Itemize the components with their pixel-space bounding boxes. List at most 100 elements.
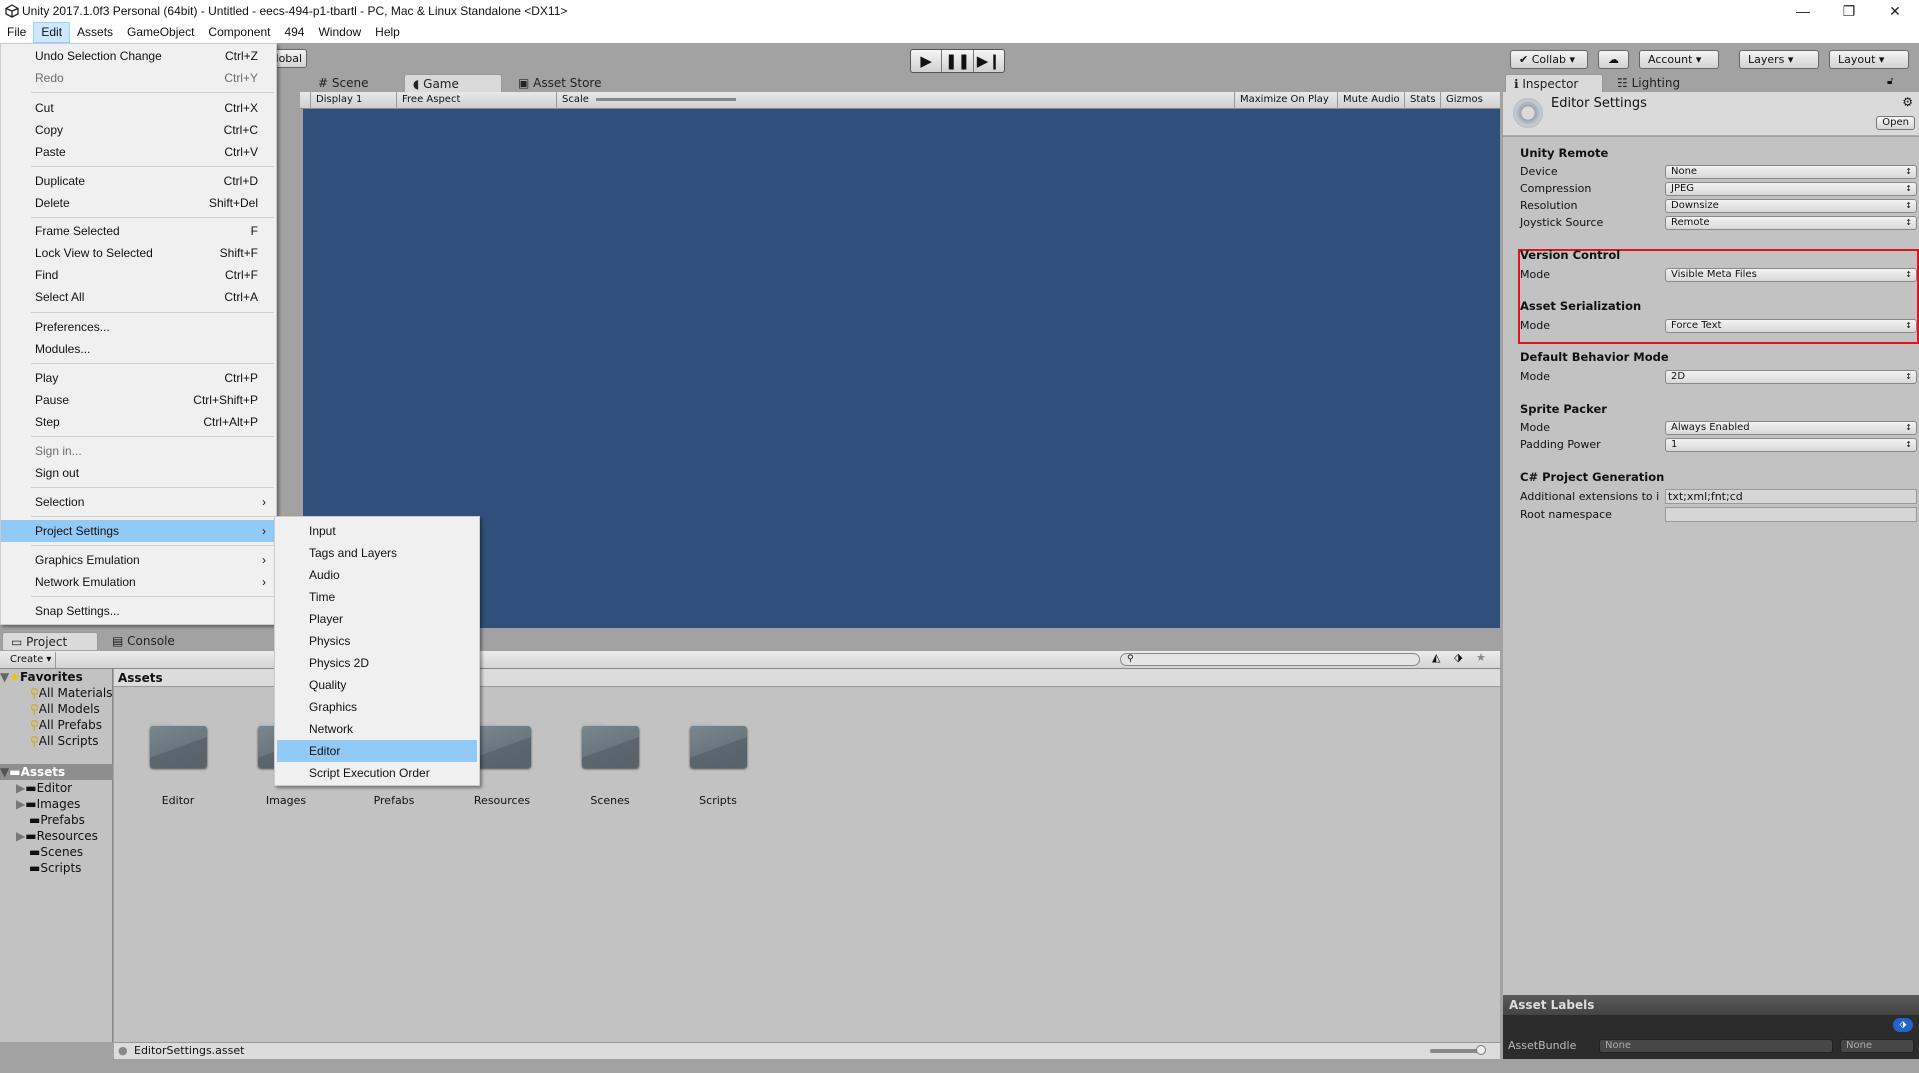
maximize-button[interactable]: ❐ [1826, 0, 1872, 22]
scale-track[interactable] [596, 97, 737, 101]
menu-item-undo[interactable]: Undo Selection Change Ctrl+Z [3, 45, 274, 67]
label-tag-icon[interactable]: ⬗ [1893, 1018, 1913, 1032]
stats-toggle[interactable]: Stats [1404, 92, 1441, 109]
menu-item-step[interactable]: Step Ctrl+Alt+P [3, 411, 274, 433]
submenu-item-time[interactable]: Time [277, 586, 477, 608]
folder-resources[interactable] [474, 722, 531, 768]
menu-item-sign-in[interactable]: Sign in... [3, 440, 274, 462]
compression-dropdown[interactable]: JPEG [1665, 182, 1917, 196]
submenu-item-tags-and-layers[interactable]: Tags and Layers [277, 542, 477, 564]
menu-item-graphics-emulation[interactable]: Graphics Emulation › [3, 549, 274, 571]
tab-lighting[interactable]: ☷ Lighting [1609, 74, 1699, 92]
tree-folder[interactable]: ▶▬Editor [0, 780, 113, 796]
favorite-item[interactable]: ⚲All Materials [0, 685, 113, 701]
open-button[interactable]: Open [1876, 116, 1915, 130]
assets-node[interactable]: ▼▬Assets [0, 764, 113, 780]
display-dropdown[interactable]: Display 1 [310, 92, 396, 109]
minimize-button[interactable]: — [1780, 0, 1826, 22]
icon-size-slider[interactable] [1430, 1049, 1480, 1053]
submenu-item-quality[interactable]: Quality [277, 674, 477, 696]
collab-button[interactable]: ✔ Collab ▾ [1510, 50, 1588, 69]
asset-bundle-variant-dropdown[interactable]: None [1840, 1039, 1914, 1053]
padding-power-dropdown[interactable]: 1 [1665, 438, 1917, 452]
favorite-item[interactable]: ⚲All Models [0, 701, 113, 717]
menu-item-find[interactable]: Find Ctrl+F [3, 264, 274, 286]
step-button[interactable]: ▶❙ [974, 50, 1004, 72]
menu-assets[interactable]: Assets [70, 22, 120, 43]
layers-dropdown[interactable]: Layers ▾ [1739, 50, 1819, 69]
asset-serialization-mode-dropdown[interactable]: Force Text [1665, 319, 1917, 333]
submenu-item-player[interactable]: Player [277, 608, 477, 630]
menu-item-copy[interactable]: Copy Ctrl+C [3, 119, 274, 141]
submenu-item-physics[interactable]: Physics [277, 630, 477, 652]
tab-asset-store[interactable]: ▣ Asset Store [510, 74, 610, 92]
submenu-item-input[interactable]: Input [277, 520, 477, 542]
scale-slider[interactable]: Scale 1x [556, 92, 756, 121]
sprite-packer-mode-dropdown[interactable]: Always Enabled [1665, 421, 1917, 435]
folder-scripts[interactable] [690, 722, 747, 768]
tree-folder[interactable]: ▬Prefabs [0, 812, 113, 828]
tree-folder[interactable]: ▬Scripts [0, 860, 113, 876]
submenu-item-graphics[interactable]: Graphics [277, 696, 477, 718]
favorites-node[interactable]: ▼★Favorites [0, 669, 113, 685]
submenu-item-audio[interactable]: Audio [277, 564, 477, 586]
menu-window[interactable]: Window [311, 22, 368, 43]
lock-icon[interactable]: 🔓︎ [1887, 76, 1893, 87]
menu-item-cut[interactable]: Cut Ctrl+X [3, 97, 274, 119]
cloud-button[interactable]: ☁ [1598, 50, 1629, 69]
gizmos-dropdown[interactable]: Gizmos [1440, 92, 1488, 109]
layout-dropdown[interactable]: Layout ▾ [1829, 50, 1909, 69]
folder-scenes[interactable] [582, 722, 639, 768]
menu-item-pause[interactable]: Pause Ctrl+Shift+P [3, 389, 274, 411]
account-dropdown[interactable]: Account ▾ [1639, 50, 1719, 69]
project-search-input[interactable]: ⚲ [1120, 653, 1420, 666]
maximize-on-play-toggle[interactable]: Maximize On Play [1234, 92, 1334, 109]
tab-project[interactable]: ▭ Project [2, 632, 98, 650]
play-button[interactable]: ▶ [911, 50, 943, 72]
menu-item-project-settings[interactable]: Project Settings › [1, 520, 274, 542]
joystick-source-dropdown[interactable]: Remote [1665, 216, 1917, 230]
menu-item-delete[interactable]: Delete Shift+Del [3, 192, 274, 214]
root-namespace-input[interactable] [1665, 507, 1917, 522]
tab-scene[interactable]: # Scene [310, 74, 400, 92]
tree-folder[interactable]: ▶▬Images [0, 796, 113, 812]
create-dropdown[interactable]: Create ▾ [6, 652, 57, 668]
menu-item-frame-selected[interactable]: Frame Selected F [3, 220, 274, 242]
menu-gameobject[interactable]: GameObject [120, 22, 201, 43]
menu-item-select-all[interactable]: Select All Ctrl+A [3, 286, 274, 308]
tab-game[interactable]: ◖ Game [404, 74, 502, 92]
close-button[interactable]: ✕ [1872, 0, 1918, 22]
menu-item-paste[interactable]: Paste Ctrl+V [3, 141, 274, 163]
aspect-dropdown[interactable]: Free Aspect [396, 92, 556, 109]
settings-gear-icon[interactable]: ⚙ [1902, 95, 1913, 109]
submenu-item-script-execution-order[interactable]: Script Execution Order [277, 762, 477, 784]
filter-by-label-icon[interactable]: ⬗ [1454, 651, 1462, 664]
tree-folder[interactable]: ▬Scenes [0, 844, 113, 860]
menu-494[interactable]: 494 [277, 22, 311, 43]
menu-help[interactable]: Help [368, 22, 407, 43]
additional-extensions-input[interactable]: txt;xml;fnt;cd [1665, 489, 1917, 504]
icon-size-handle[interactable] [1476, 1045, 1486, 1055]
tab-console[interactable]: ▤ Console [104, 632, 194, 650]
menu-item-snap-settings[interactable]: Snap Settings... [3, 600, 274, 622]
menu-item-duplicate[interactable]: Duplicate Ctrl+D [3, 170, 274, 192]
folder-editor[interactable] [150, 722, 207, 768]
menu-item-play[interactable]: Play Ctrl+P [3, 367, 274, 389]
menu-item-redo[interactable]: Redo Ctrl+Y [3, 67, 274, 89]
menu-component[interactable]: Component [201, 22, 277, 43]
submenu-item-network[interactable]: Network [277, 718, 477, 740]
menu-item-sign-out[interactable]: Sign out [3, 462, 274, 484]
menu-item-selection[interactable]: Selection › [3, 491, 274, 513]
resolution-dropdown[interactable]: Downsize [1665, 199, 1917, 213]
asset-bundle-dropdown[interactable]: None [1599, 1039, 1833, 1053]
menu-edit[interactable]: Edit [33, 22, 71, 43]
submenu-item-physics-2d[interactable]: Physics 2D [277, 652, 477, 674]
menu-item-lock-view[interactable]: Lock View to Selected Shift+F [3, 242, 274, 264]
default-behavior-mode-dropdown[interactable]: 2D [1665, 370, 1917, 384]
game-view[interactable] [303, 109, 1500, 628]
favorite-star-icon[interactable]: ★ [1476, 651, 1486, 664]
tree-folder[interactable]: ▶▬Resources [0, 828, 113, 844]
submenu-item-editor[interactable]: Editor [277, 740, 477, 762]
device-dropdown[interactable]: None [1665, 165, 1917, 179]
favorite-item[interactable]: ⚲All Prefabs [0, 717, 113, 733]
